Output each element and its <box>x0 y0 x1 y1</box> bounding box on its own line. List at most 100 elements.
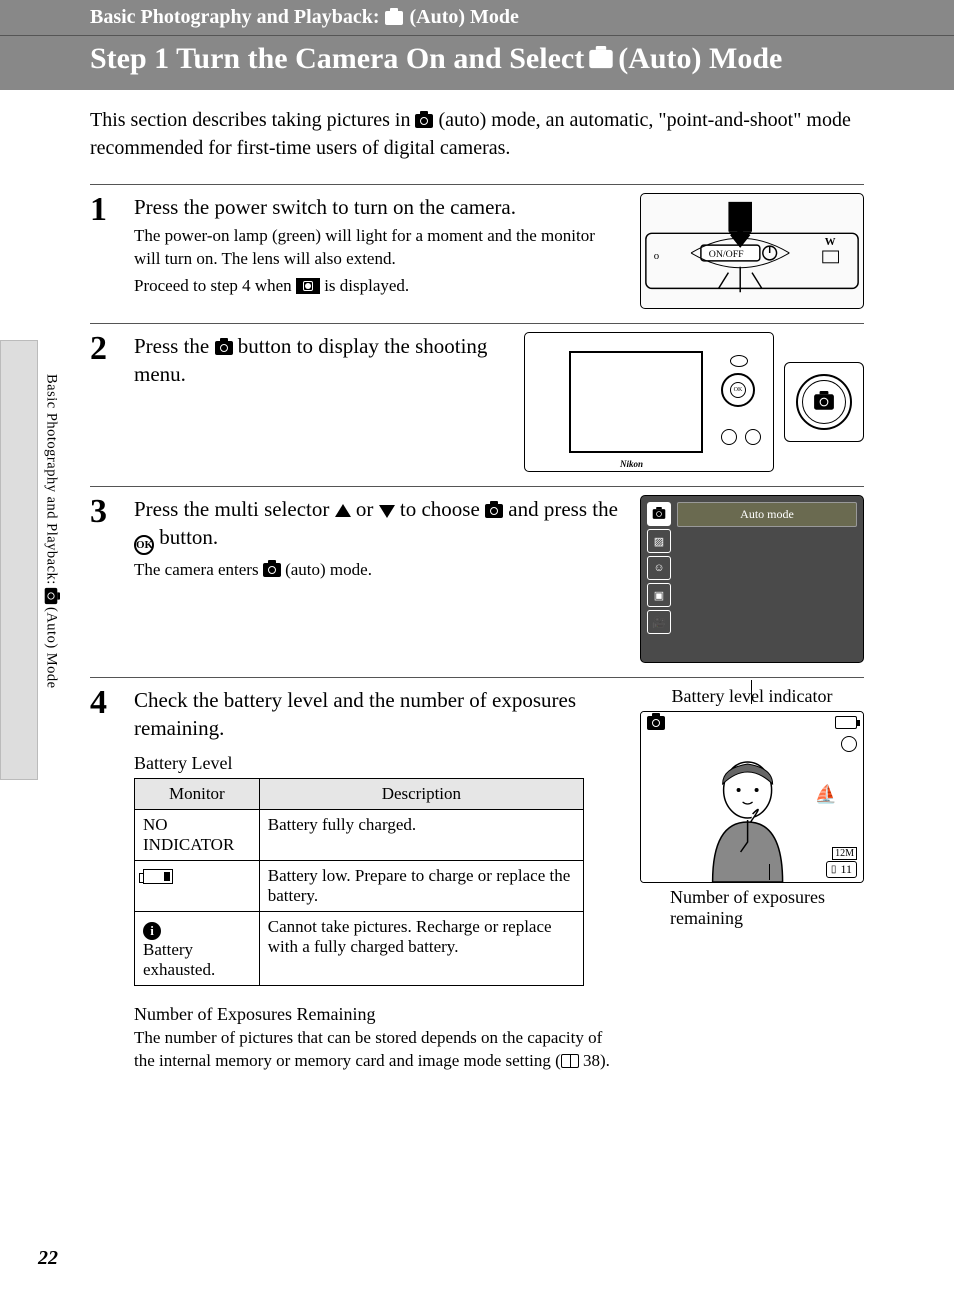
menu-right-panel: Auto mode <box>677 502 857 656</box>
camera-icon <box>485 504 503 518</box>
illustration-shooting-menu: ▨ ☺ ▣ 🎥 Auto mode <box>640 495 864 663</box>
t: or <box>351 497 379 521</box>
menu-item-antishake: ▣ <box>647 583 671 607</box>
exposure-count-value: 11 <box>840 862 852 877</box>
camera-icon <box>415 114 433 128</box>
table-row: Battery low. Prepare to charge or replac… <box>135 860 584 911</box>
step1-desc2-pre: Proceed to step 4 when <box>134 276 296 295</box>
step-2: 2 Press the button to display the shooti… <box>90 332 864 472</box>
t: to choose <box>395 497 485 521</box>
step3-heading: Press the multi selector or to choose an… <box>134 495 618 555</box>
camera-icon <box>385 11 403 25</box>
exposures-heading: Number of Exposures Remaining <box>134 1004 618 1025</box>
table-header-description: Description <box>259 778 583 809</box>
step2-head-pre: Press the <box>134 334 215 358</box>
exposures-remaining-label-1: Number of exposures <box>640 887 825 908</box>
page-title: Step 1 Turn the Camera On and Select (Au… <box>0 36 954 90</box>
menu-item-movie: 🎥 <box>647 610 671 634</box>
table-header-monitor: Monitor <box>135 778 260 809</box>
t: 38). <box>579 1051 610 1070</box>
camera-icon <box>590 50 613 68</box>
camera-icon <box>814 394 834 409</box>
step4-right-column: Battery level indicator <box>640 686 864 929</box>
side-thumb-tab <box>0 340 38 780</box>
camera-back-panel <box>524 332 774 472</box>
warning-icon: i <box>143 922 161 940</box>
step1-desc2-post: is displayed. <box>320 276 409 295</box>
t: button. <box>154 525 218 549</box>
button-icon <box>745 429 761 445</box>
down-arrow-icon <box>379 505 395 518</box>
camera-box-icon <box>296 278 320 294</box>
breadcrumb-post: (Auto) Mode <box>409 6 518 29</box>
intro-text: This section describes taking pictures i… <box>90 106 864 162</box>
cell-desc: Cannot take pictures. Recharge or replac… <box>259 911 583 985</box>
cell-no-indicator: NO INDICATOR <box>135 809 260 860</box>
cell-battery-exhausted: i Battery exhausted. <box>135 911 260 985</box>
battery-indicator-icon <box>835 716 857 729</box>
side-label: Basic Photography and Playback: (Auto) M… <box>42 374 60 688</box>
step-1: 1 Press the power switch to turn on the … <box>90 193 864 309</box>
button-icon <box>730 355 748 367</box>
up-arrow-icon <box>335 504 351 517</box>
title-post: (Auto) Mode <box>618 42 782 76</box>
camera-icon <box>653 509 666 519</box>
step-4: 4 Check the battery level and the number… <box>90 686 864 1077</box>
svg-text:o: o <box>654 250 659 262</box>
step-3: 3 Press the multi selector or to choose … <box>90 495 864 663</box>
exposures-text: The number of pictures that can be store… <box>134 1027 618 1073</box>
t: exhausted. <box>143 960 215 979</box>
title-pre: Step 1 Turn the Camera On and Select <box>90 42 584 76</box>
t: and press the <box>503 497 618 521</box>
divider <box>90 184 864 185</box>
step4-heading: Check the battery level and the number o… <box>134 686 618 743</box>
divider <box>90 323 864 324</box>
step1-desc1: The power-on lamp (green) will light for… <box>134 225 618 271</box>
step-number: 2 <box>90 332 116 472</box>
step-number: 3 <box>90 495 116 663</box>
camera-icon <box>263 563 281 577</box>
exposure-count-badge: ▯ 11 <box>826 861 857 878</box>
side-label-pre: Basic Photography and Playback: <box>43 374 60 585</box>
svg-text:W: W <box>825 236 836 248</box>
step1-desc2: Proceed to step 4 when is displayed. <box>134 275 618 298</box>
battery-level-heading: Battery Level <box>134 753 618 774</box>
intro-pre: This section describes taking pictures i… <box>90 109 415 131</box>
menu-item-smile: ☺ <box>647 556 671 580</box>
battery-low-icon <box>143 869 173 884</box>
divider <box>90 486 864 487</box>
breadcrumb-pre: Basic Photography and Playback: <box>90 6 379 29</box>
step3-desc: The camera enters (auto) mode. <box>134 559 618 582</box>
t: Battery <box>143 940 193 959</box>
side-label-post: (Auto) Mode <box>43 607 60 689</box>
person-illustration <box>693 752 803 882</box>
divider <box>90 677 864 678</box>
globe-icon <box>841 736 857 752</box>
t: (auto) mode. <box>281 560 372 579</box>
menu-item-scene: ▨ <box>647 529 671 553</box>
menu-selected-label: Auto mode <box>677 502 857 527</box>
sailboat-icon: ⛵ <box>815 784 837 805</box>
illustration-power-switch: ON/OFF W o <box>640 193 864 309</box>
pointer-line <box>751 680 753 704</box>
illustration-monitor-preview: ⛵ 12M ▯ 11 <box>640 711 864 883</box>
breadcrumb: Basic Photography and Playback: (Auto) M… <box>0 0 954 36</box>
step-number: 1 <box>90 193 116 309</box>
ok-button-icon: OK <box>134 535 154 555</box>
cell-battery-low-icon <box>135 860 260 911</box>
manual-page-icon <box>561 1054 579 1068</box>
cell-desc: Battery fully charged. <box>259 809 583 860</box>
button-icon <box>721 429 737 445</box>
menu-item-auto <box>647 502 671 526</box>
memory-card-icon: ▯ <box>831 864 837 875</box>
illustration-camera-back <box>524 332 864 472</box>
cell-desc: Battery low. Prepare to charge or replac… <box>259 860 583 911</box>
page-number: 22 <box>38 1247 58 1270</box>
mode-button-detail <box>784 362 864 442</box>
camera-icon <box>45 588 58 604</box>
svg-text:ON/OFF: ON/OFF <box>709 249 744 260</box>
step2-heading: Press the button to display the shooting… <box>134 332 502 389</box>
camera-icon <box>647 716 665 730</box>
battery-level-table: Monitor Description NO INDICATOR Battery… <box>134 778 584 986</box>
table-row: NO INDICATOR Battery fully charged. <box>135 809 584 860</box>
